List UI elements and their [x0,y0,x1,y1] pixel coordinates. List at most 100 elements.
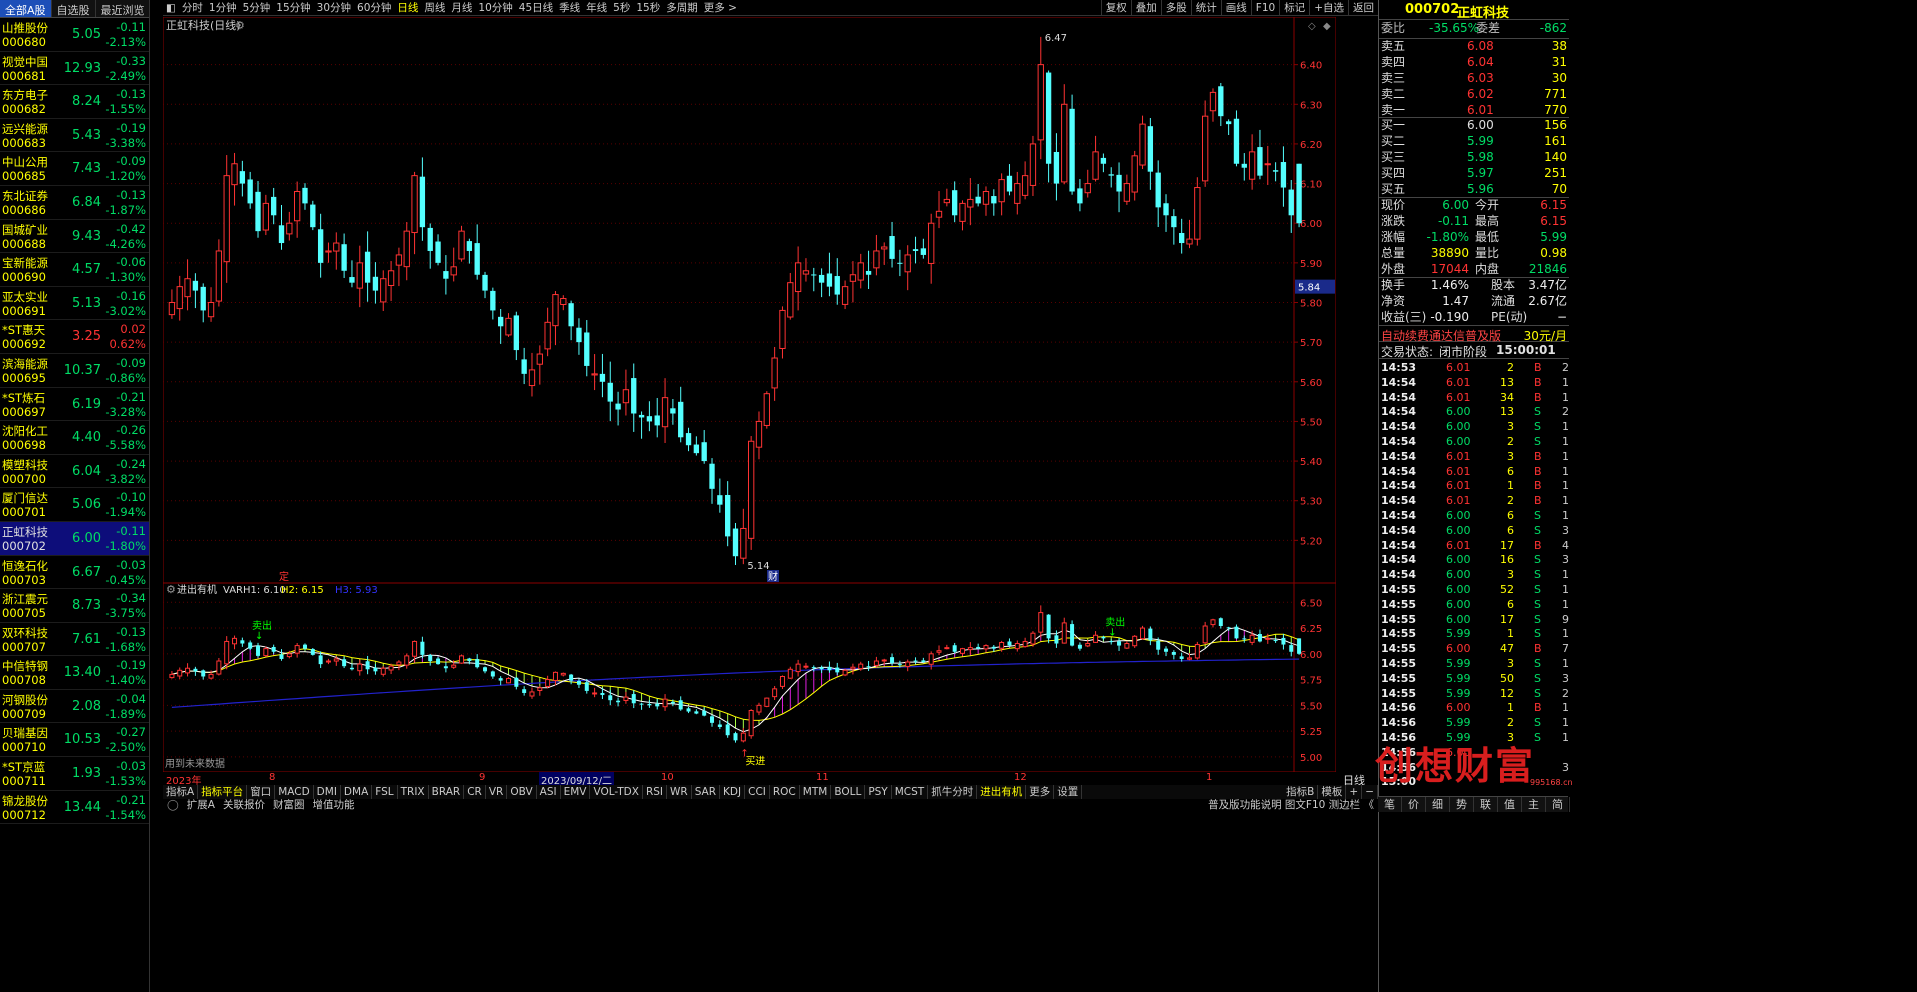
indicator-tab-16[interactable]: WR [667,785,692,799]
stock-row[interactable]: 远兴能源 000683 5.43 -0.19 -3.38% [0,119,149,153]
stock-row[interactable]: 锦龙股份 000712 13.44 -0.21 -1.54% [0,791,149,825]
quote-view-tab-5[interactable]: 值 [1498,797,1522,812]
bottom-right-links[interactable]: 普及版功能说明 图文F10 测边栏 《 [1204,799,1378,812]
indicator-tab-24[interactable]: MCST [892,785,929,799]
indicator-tab-21[interactable]: MTM [800,785,832,799]
indicator-tab-23[interactable]: PSY [865,785,892,799]
book-row[interactable]: 买四 5.97 251 [1379,166,1569,182]
period-tab-14[interactable]: 15秒 [633,0,663,15]
left-tab-2[interactable]: 最近浏览 [96,0,149,17]
period-tab-10[interactable]: 45日线 [516,0,556,15]
quote-view-tab-7[interactable]: 简 [1546,797,1570,812]
stock-row[interactable]: 正虹科技 000702 6.00 -0.11 -1.80% [0,521,149,556]
quote-view-tab-4[interactable]: 联 [1474,797,1498,812]
quote-view-tab-3[interactable]: 势 [1450,797,1474,812]
period-tab-12[interactable]: 年线 [583,0,610,15]
indicator-tab-0[interactable]: 指标A [163,785,199,799]
bottom-tab-1[interactable]: 关联报价 [219,799,269,812]
stock-row[interactable]: 东北证券 000686 6.84 -0.13 -1.87% [0,186,149,220]
stock-row[interactable]: 视觉中国 000681 12.93 -0.33 -2.49% [0,52,149,86]
period-tab-1[interactable]: 1分钟 [206,0,240,15]
book-row[interactable]: 卖二 6.02 771 [1379,87,1569,103]
period-tab-9[interactable]: 10分钟 [475,0,515,15]
chart-settings-icon[interactable]: ⚙ [235,19,245,32]
left-tab-1[interactable]: 自选股 [52,0,96,17]
indicator-tab-11[interactable]: OBV [507,785,537,799]
stock-row[interactable]: 中山公用 000685 7.43 -0.09 -1.20% [0,152,149,186]
stock-row[interactable]: 河钢股份 000709 2.08 -0.04 -1.89% [0,690,149,724]
indicator-tab-17[interactable]: SAR [692,785,721,799]
quote-view-tab-1[interactable]: 价 [1402,797,1426,812]
indicator-tab-25[interactable]: 抓牛分时 [928,785,978,799]
indicator-tab-26[interactable]: 进出有机 [977,785,1027,799]
period-tab-15[interactable]: 多周期 [663,0,701,15]
indicator-tab-5[interactable]: DMA [341,785,373,799]
period-tab-16[interactable]: 更多 > [701,0,740,15]
stock-row[interactable]: 国城矿业 000688 9.43 -0.42 -4.26% [0,220,149,254]
stock-row[interactable]: *ST惠天 000692 3.25 0.02 0.62% [0,320,149,354]
left-tab-0[interactable]: 全部A股 [0,0,52,17]
indicator-tab-right-0[interactable]: 指标B [1283,785,1319,799]
quote-view-tab-0[interactable]: 笔 [1378,797,1402,812]
period-tab-13[interactable]: 5秒 [610,0,633,15]
period-tab-8[interactable]: 月线 [448,0,475,15]
stock-row[interactable]: 贝瑞基因 000710 10.53 -0.27 -2.50% [0,723,149,758]
sidebar-toggle-icon[interactable]: ◧ [163,0,179,15]
stock-row[interactable]: 厦门信达 000701 5.06 -0.10 -1.94% [0,488,149,522]
book-row[interactable]: 卖四 6.04 31 [1379,55,1569,71]
tool-button-6[interactable]: 标记 [1279,0,1309,16]
period-tab-4[interactable]: 30分钟 [314,0,354,15]
tool-button-0[interactable]: 复权 [1100,0,1131,16]
indicator-tab-right-1[interactable]: 模板 [1318,785,1347,799]
cai-marker[interactable]: 财 [768,570,778,583]
diamond-icon[interactable]: ◇ [1308,21,1316,32]
stock-row[interactable]: *ST京蓝 000711 1.93 -0.03 -1.53% [0,757,149,791]
tick-list[interactable]: 14:53 6.01 2 B 2 14:54 6.01 13 B 1 14:54 6.01 34 B 1 14… [1379,359,1569,796]
indicator-tab-15[interactable]: RSI [643,785,667,799]
indicator-tab-9[interactable]: CR [464,785,486,799]
tool-button-5[interactable]: F10 [1250,0,1279,16]
indicator-tab-19[interactable]: CCI [745,785,770,799]
stock-row[interactable]: 中信特钢 000708 13.40 -0.19 -1.40% [0,656,149,690]
indicator-tab-4[interactable]: DMI [314,785,341,799]
period-tab-5[interactable]: 60分钟 [354,0,394,15]
period-tab-0[interactable]: 分时 [179,0,206,15]
tool-button-4[interactable]: 画线 [1220,0,1251,16]
book-row[interactable]: 卖一 6.01 770 [1379,103,1569,119]
indicator-tab-2[interactable]: 窗口 [247,785,276,799]
ad-banner[interactable]: 自动续费通达信普及版 30元/月 [1379,326,1569,343]
period-tab-2[interactable]: 5分钟 [240,0,274,15]
indicator-tab-10[interactable]: VR [486,785,508,799]
book-row[interactable]: 买二 5.99 161 [1379,134,1569,150]
stock-row[interactable]: 山推股份 000680 5.05 -0.11 -2.13% [0,18,149,52]
bottom-tab-0[interactable]: 扩展A [183,799,219,812]
indicator-tab-20[interactable]: ROC [770,785,800,799]
stock-row[interactable]: 东方电子 000682 8.24 -0.13 -1.55% [0,85,149,119]
book-row[interactable]: 买一 6.00 156 [1379,118,1569,134]
tool-button-1[interactable]: 叠加 [1130,0,1161,16]
quote-view-tab-6[interactable]: 主 [1522,797,1546,812]
indicator-tab-13[interactable]: EMV [561,785,591,799]
toggle-switch-icon[interactable]: ◯ [163,799,183,812]
indicator-tab-12[interactable]: ASI [537,785,561,799]
stock-row[interactable]: 滨海能源 000695 10.37 -0.09 -0.86% [0,354,149,388]
bottom-tab-2[interactable]: 财富圈 [269,799,309,812]
stock-row[interactable]: 宝新能源 000690 4.57 -0.06 -1.30% [0,253,149,287]
chevron-icon[interactable]: ◆ [1323,21,1331,32]
indicator-tab-7[interactable]: TRIX [398,785,429,799]
indicator-tab-6[interactable]: FSL [372,785,398,799]
stock-row[interactable]: *ST炼石 000697 6.19 -0.21 -3.28% [0,388,149,422]
period-tab-3[interactable]: 15分钟 [273,0,313,15]
tool-button-3[interactable]: 统计 [1190,0,1221,16]
book-row[interactable]: 卖三 6.03 30 [1379,71,1569,87]
tool-button-7[interactable]: +自选 [1309,0,1348,16]
quote-view-tab-2[interactable]: 细 [1426,797,1450,812]
book-row[interactable]: 卖五 6.08 38 [1379,39,1569,55]
indicator-tab-18[interactable]: KDJ [720,785,746,799]
tool-button-2[interactable]: 多股 [1160,0,1191,16]
book-row[interactable]: 买三 5.98 140 [1379,150,1569,166]
indicator-tab-28[interactable]: 设置 [1054,785,1083,799]
period-tab-6[interactable]: 日线 [394,0,421,15]
stock-row[interactable]: 恒逸石化 000703 6.67 -0.03 -0.45% [0,556,149,590]
bottom-tab-3[interactable]: 增值功能 [308,799,358,812]
